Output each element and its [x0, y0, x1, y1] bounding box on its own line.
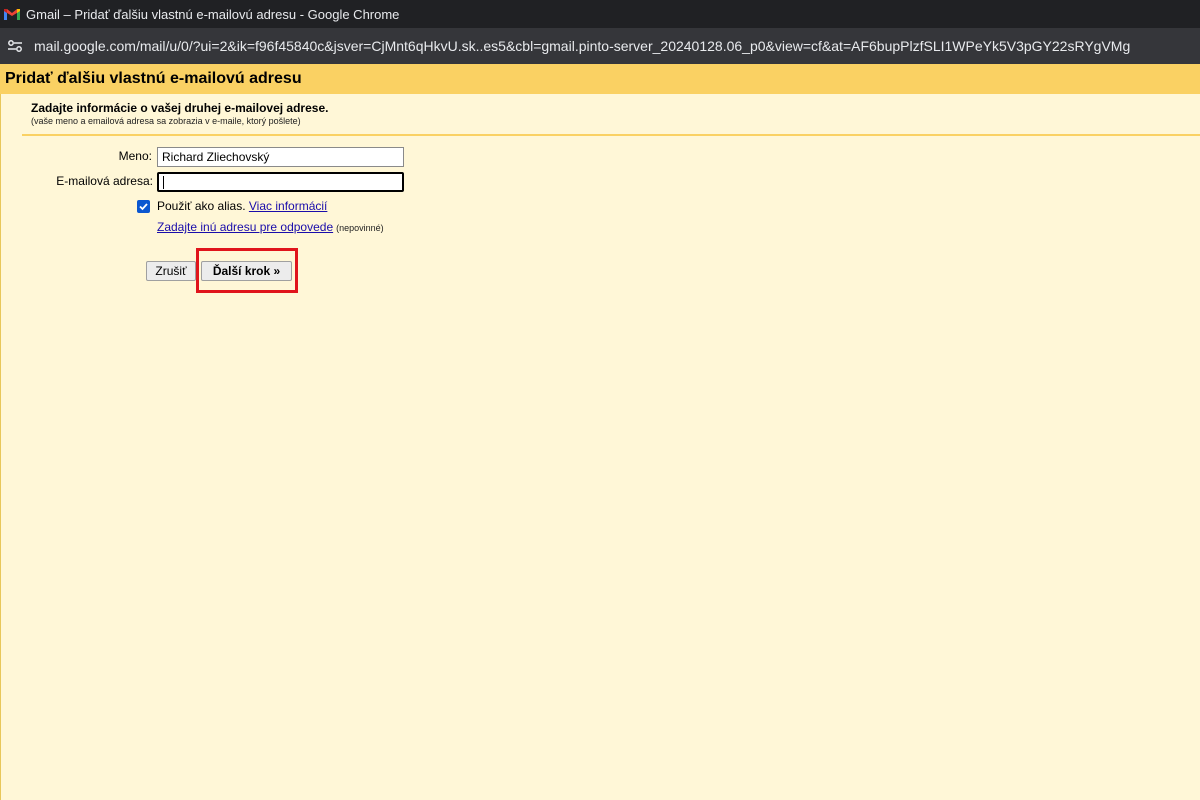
name-label: Meno:	[118, 149, 152, 163]
optional-note: (nepovinné)	[336, 223, 384, 233]
dialog-title: Pridať ďalšiu vlastnú e-mailovú adresu	[5, 70, 302, 87]
url-text[interactable]: mail.google.com/mail/u/0/?ui=2&ik=f96f45…	[34, 38, 1194, 54]
reply-address-link[interactable]: Zadajte inú adresu pre odpovede	[157, 220, 333, 234]
window-title: Gmail – Pridať ďalšiu vlastnú e-mailovú …	[26, 6, 400, 22]
cancel-button[interactable]: Zrušiť	[146, 261, 196, 281]
checkmark-icon	[139, 203, 148, 211]
address-bar[interactable]: mail.google.com/mail/u/0/?ui=2&ik=f96f45…	[0, 28, 1200, 64]
left-border	[0, 94, 1, 800]
name-field[interactable]: Richard Zliechovský	[157, 147, 404, 167]
intro-heading: Zadajte informácie o vašej druhej e-mail…	[31, 101, 329, 115]
reply-row: Zadajte inú adresu pre odpovede (nepovinn…	[157, 220, 384, 234]
site-settings-icon[interactable]	[6, 37, 24, 55]
dialog-header: Pridať ďalšiu vlastnú e-mailovú adresu	[0, 64, 1200, 94]
alias-checkbox[interactable]	[137, 200, 150, 213]
intro-section: Zadajte informácie o vašej druhej e-mail…	[31, 101, 328, 126]
intro-subtext: (vaše meno a emailová adresa sa zobrazia…	[31, 116, 301, 126]
gmail-icon	[4, 8, 20, 20]
email-label: E-mailová adresa:	[56, 174, 153, 188]
text-caret	[163, 176, 164, 189]
email-field[interactable]	[157, 172, 404, 192]
alias-label: Použiť ako alias.	[157, 199, 246, 213]
alias-row: Použiť ako alias. Viac informácií	[157, 199, 327, 213]
browser-title-bar: Gmail – Pridať ďalšiu vlastnú e-mailovú …	[0, 0, 1200, 28]
more-info-link[interactable]: Viac informácií	[249, 199, 327, 213]
highlight-box	[196, 248, 298, 293]
section-divider	[22, 134, 1200, 136]
